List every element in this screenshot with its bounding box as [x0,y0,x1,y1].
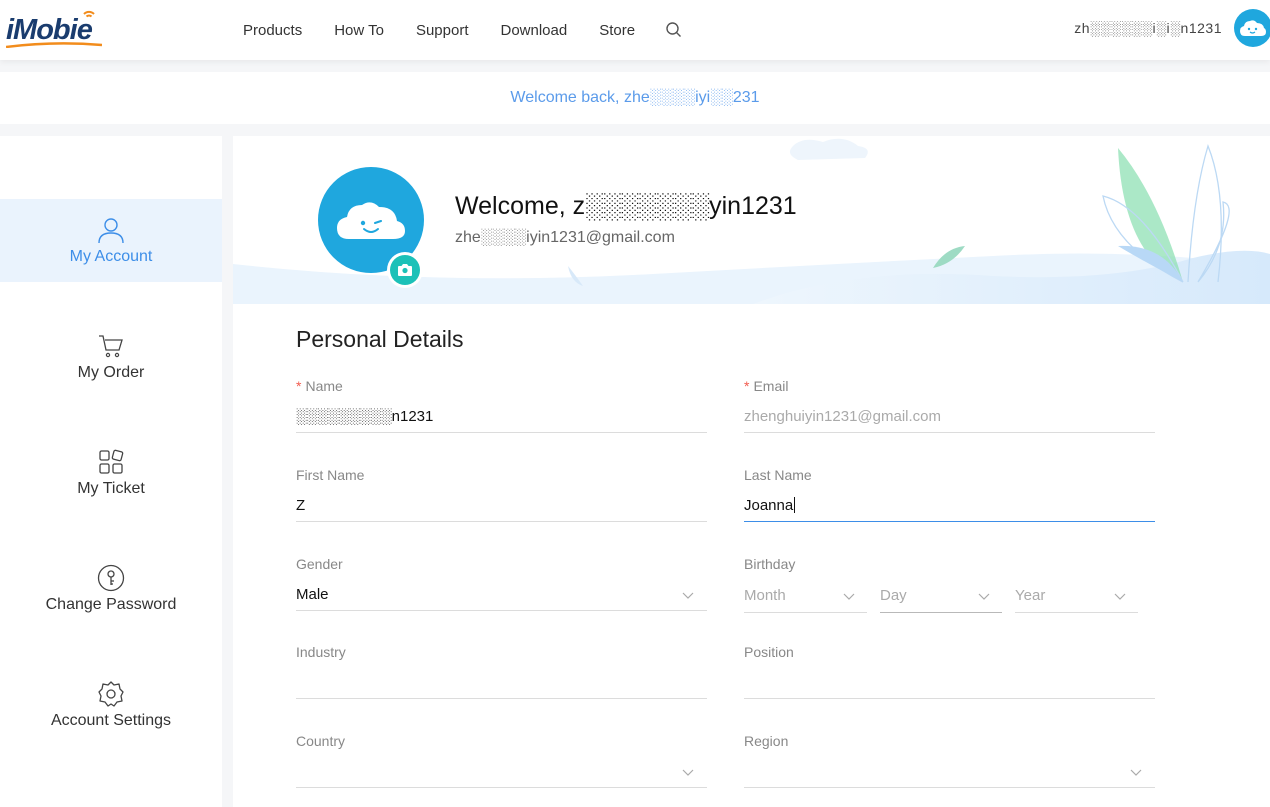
industry-field: Industry [296,644,707,720]
sidebar-item-my-ticket[interactable]: My Ticket [0,431,222,514]
name-input[interactable]: ░░░░░░░░░n1231 [296,408,433,425]
nav-support[interactable]: Support [416,22,469,39]
chevron-down-icon [978,593,990,600]
region-label: Region [744,733,789,749]
chevron-down-icon [843,593,855,600]
email-label-text: Email [753,378,789,394]
gender-underline [296,610,707,611]
region-underline [744,787,1155,788]
first-name-underline [296,521,707,522]
nav-how-to[interactable]: How To [334,22,384,39]
required-mark: * [296,378,302,394]
sidebar-item-label: My Order [77,363,145,381]
region-field[interactable]: Region [744,733,1155,807]
position-underline [744,698,1155,699]
last-name-input[interactable]: Joanna [744,497,796,514]
account-main-panel: Welcome, z░░░░░░░yin1231 zhe░░░░iyin1231… [233,136,1270,807]
position-field: Position [744,644,1155,720]
profile-welcome-title: Welcome, z░░░░░░░yin1231 [455,192,797,220]
camera-icon [398,264,412,276]
birthday-month-select[interactable]: Month [744,587,867,617]
change-avatar-button[interactable] [387,252,423,288]
imobie-logo[interactable]: iMobie [6,8,106,48]
gender-field[interactable]: Gender Male [296,556,707,632]
sidebar-item-change-password[interactable]: Change Password [0,547,222,630]
industry-label: Industry [296,644,346,660]
country-underline [296,787,707,788]
email-field: * Email zhenghuiyin1231@gmail.com [744,378,1155,454]
sidebar-item-label: My Account [69,247,153,265]
birthday-label: Birthday [744,556,796,572]
birthday-year-select[interactable]: Year [1015,587,1138,617]
nav-products[interactable]: Products [243,22,302,39]
sidebar-item-label: My Ticket [77,479,145,497]
email-input: zhenghuiyin1231@gmail.com [744,408,942,425]
sidebar-item-my-account[interactable]: My Account [0,199,222,282]
first-name-input[interactable]: Z [296,497,305,514]
industry-underline [296,698,707,699]
logo-wifi-icon [83,10,95,18]
top-navigation-bar: iMobie Products How To Support Download … [0,0,1270,60]
month-underline [744,612,867,613]
text-caret [794,497,796,513]
cart-icon [99,334,123,357]
birthday-field: Birthday Month Day Year [744,556,1155,632]
chevron-down-icon[interactable] [682,769,694,777]
sidebar-item-label: Change Password [45,595,177,613]
cloud-face-icon [1240,20,1266,36]
welcome-back-bar: Welcome back, zhe░░░░iyi░░231 [0,72,1270,124]
camera-icon-wrap [390,255,420,285]
email-label: * Email [744,378,788,394]
sidebar-item-my-order[interactable]: My Order [0,315,222,398]
last-name-label: Last Name [744,467,812,483]
first-name-field: First Name Z [296,467,707,543]
last-name-value: Joanna [744,497,794,514]
chevron-down-icon[interactable] [1130,769,1142,777]
year-value: Year [1015,587,1046,604]
position-label: Position [744,644,794,660]
gender-select[interactable]: Male [296,586,329,603]
nav-download[interactable]: Download [501,22,568,39]
gear-icon [98,680,124,707]
ticket-icon [99,449,124,474]
gender-label: Gender [296,556,343,572]
user-menu[interactable]: zh░░░░░░i░i░n1231 [1074,6,1270,50]
account-sidebar: My Account My Order My Ticket Change Pas… [0,136,222,807]
year-underline [1015,612,1138,613]
nav-store[interactable]: Store [599,22,635,39]
sidebar-item-account-settings[interactable]: Account Settings [0,663,222,746]
header-avatar[interactable] [1234,9,1270,47]
main-nav: Products How To Support Download Store [243,0,683,60]
country-field[interactable]: Country [296,733,707,807]
welcome-back-text: Welcome back, zhe░░░░iyi░░231 [510,89,760,106]
country-label: Country [296,733,346,749]
day-underline [880,612,1002,613]
search-icon[interactable] [665,21,683,39]
email-underline [744,432,1155,433]
first-name-label: First Name [296,467,365,483]
birthday-day-select[interactable]: Day [880,587,1002,617]
cloud-wink-icon [337,202,405,239]
day-value: Day [880,587,907,604]
header-username[interactable]: zh░░░░░░i░i░n1231 [1074,20,1222,36]
chevron-down-icon[interactable] [682,592,694,600]
logo-swoosh [6,42,102,48]
name-label: * Name [296,378,343,394]
last-name-underline [744,521,1155,522]
sidebar-item-label: Account Settings [50,711,172,729]
personal-details-heading: Personal Details [296,326,464,352]
name-field: * Name ░░░░░░░░░n1231 [296,378,707,454]
profile-email: zhe░░░░iyin1231@gmail.com [455,229,675,246]
name-label-text: Name [305,378,343,394]
key-icon [97,564,125,591]
last-name-field: Last Name Joanna [744,467,1155,543]
required-mark: * [744,378,750,394]
name-underline [296,432,707,433]
chevron-down-icon [1114,593,1126,600]
month-value: Month [744,587,786,604]
user-icon [98,217,124,243]
